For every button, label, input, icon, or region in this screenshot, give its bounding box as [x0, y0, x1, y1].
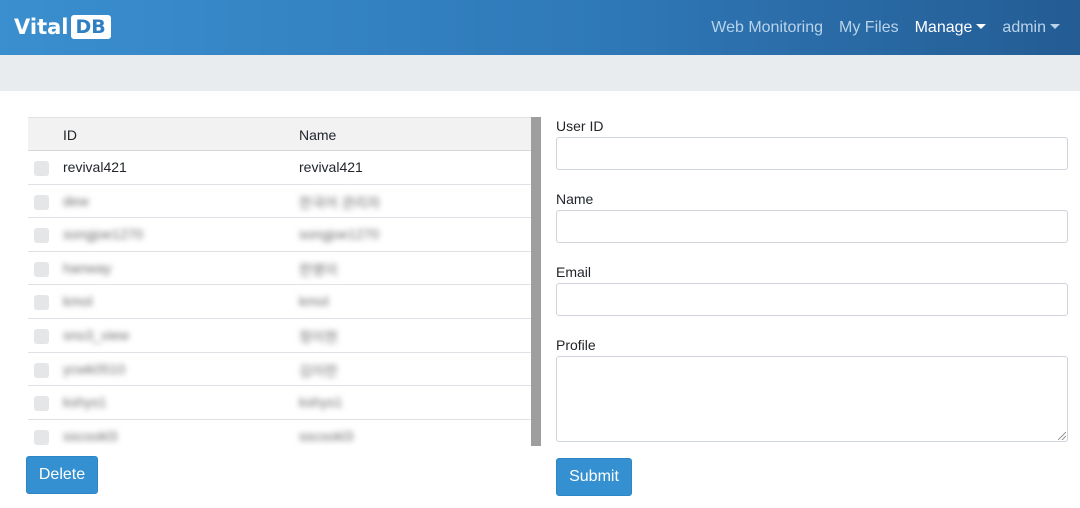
- cell-name: sscookl3: [299, 427, 354, 444]
- cell-id: kmol: [63, 293, 93, 310]
- row-checkbox[interactable]: [34, 328, 49, 344]
- row-checkbox[interactable]: [34, 261, 49, 277]
- cell-id: sscookl3: [63, 427, 118, 444]
- cell-id: kshys1: [63, 394, 107, 411]
- user-id-label: User ID: [556, 118, 604, 134]
- nav-web-monitoring[interactable]: Web Monitoring: [711, 19, 823, 37]
- column-header-id: ID: [63, 127, 77, 143]
- cell-id: hanway: [63, 259, 112, 276]
- cell-name: 한국어 관리자: [299, 194, 381, 211]
- profile-label: Profile: [556, 337, 596, 353]
- row-checkbox[interactable]: [34, 161, 49, 176]
- row-checkbox[interactable]: [34, 228, 49, 244]
- row-checkbox[interactable]: [34, 429, 49, 445]
- user-id-field[interactable]: [556, 137, 1068, 170]
- sub-header-bar: [0, 55, 1080, 91]
- cell-id: dew: [63, 192, 89, 209]
- cell-name: songjoe1270: [299, 226, 380, 243]
- brand-box: DB: [70, 15, 111, 39]
- table-scrollbar[interactable]: [531, 117, 541, 446]
- submit-button[interactable]: Submit: [556, 458, 632, 496]
- resize-grip-icon[interactable]: [1058, 432, 1066, 440]
- name-label: Name: [556, 191, 594, 207]
- cell-name: revival421: [299, 159, 363, 175]
- table-row[interactable]: dew 한국어 관리자: [28, 185, 531, 219]
- brand-logo[interactable]: Vital DB: [14, 14, 111, 40]
- table-row[interactable]: songjoe1270 songjoe1270: [28, 218, 531, 252]
- email-field[interactable]: [556, 283, 1068, 316]
- table-row[interactable]: revival421 revival421: [28, 151, 531, 185]
- user-table-body: ID Name revival421 revival421 dew 한국어 관리…: [28, 117, 531, 446]
- table-header: ID Name: [28, 117, 531, 151]
- row-checkbox[interactable]: [34, 295, 49, 311]
- nav-manage-dropdown[interactable]: Manage: [915, 19, 987, 37]
- profile-field-wrap: [556, 356, 1068, 442]
- nav-links: Web Monitoring My Files Manage admin: [695, 0, 1060, 55]
- cell-id: songjoe1270: [63, 226, 144, 243]
- nav-admin-dropdown[interactable]: admin: [1002, 19, 1060, 37]
- cell-id: ycwk0510: [63, 360, 126, 377]
- table-row[interactable]: sno3_view 정이현: [28, 319, 531, 353]
- row-checkbox[interactable]: [34, 362, 49, 378]
- cell-name: 김이란: [299, 362, 338, 379]
- cell-name: 정이현: [299, 328, 338, 345]
- nav-my-files[interactable]: My Files: [839, 19, 899, 37]
- table-row[interactable]: kshys1 kshys1: [28, 386, 531, 420]
- cell-id: sno3_view: [63, 326, 130, 343]
- table-row[interactable]: sscookl3 sscookl3: [28, 420, 531, 446]
- cell-name: kmol: [299, 293, 329, 310]
- top-navbar: Vital DB Web Monitoring My Files Manage …: [0, 0, 1080, 55]
- user-table: ID Name revival421 revival421 dew 한국어 관리…: [28, 117, 541, 446]
- column-header-name: Name: [299, 127, 337, 143]
- row-checkbox[interactable]: [34, 194, 49, 210]
- nav-manage-label: Manage: [914, 18, 973, 36]
- cell-name: kshys1: [299, 394, 343, 411]
- cell-name: 한명이: [299, 261, 338, 278]
- profile-textarea[interactable]: [556, 356, 1068, 442]
- email-label: Email: [556, 264, 592, 280]
- name-field[interactable]: [556, 210, 1068, 243]
- row-checkbox[interactable]: [34, 396, 49, 412]
- brand-text: Vital: [14, 15, 69, 39]
- table-row[interactable]: ycwk0510 김이란: [28, 353, 531, 387]
- caret-down-icon: [976, 23, 987, 29]
- table-row[interactable]: kmol kmol: [28, 285, 531, 319]
- caret-down-icon: [1050, 23, 1060, 29]
- cell-id: revival421: [63, 159, 127, 175]
- delete-button[interactable]: Delete: [26, 456, 98, 494]
- table-row[interactable]: hanway 한명이: [28, 252, 531, 286]
- nav-admin-label: admin: [1002, 18, 1046, 36]
